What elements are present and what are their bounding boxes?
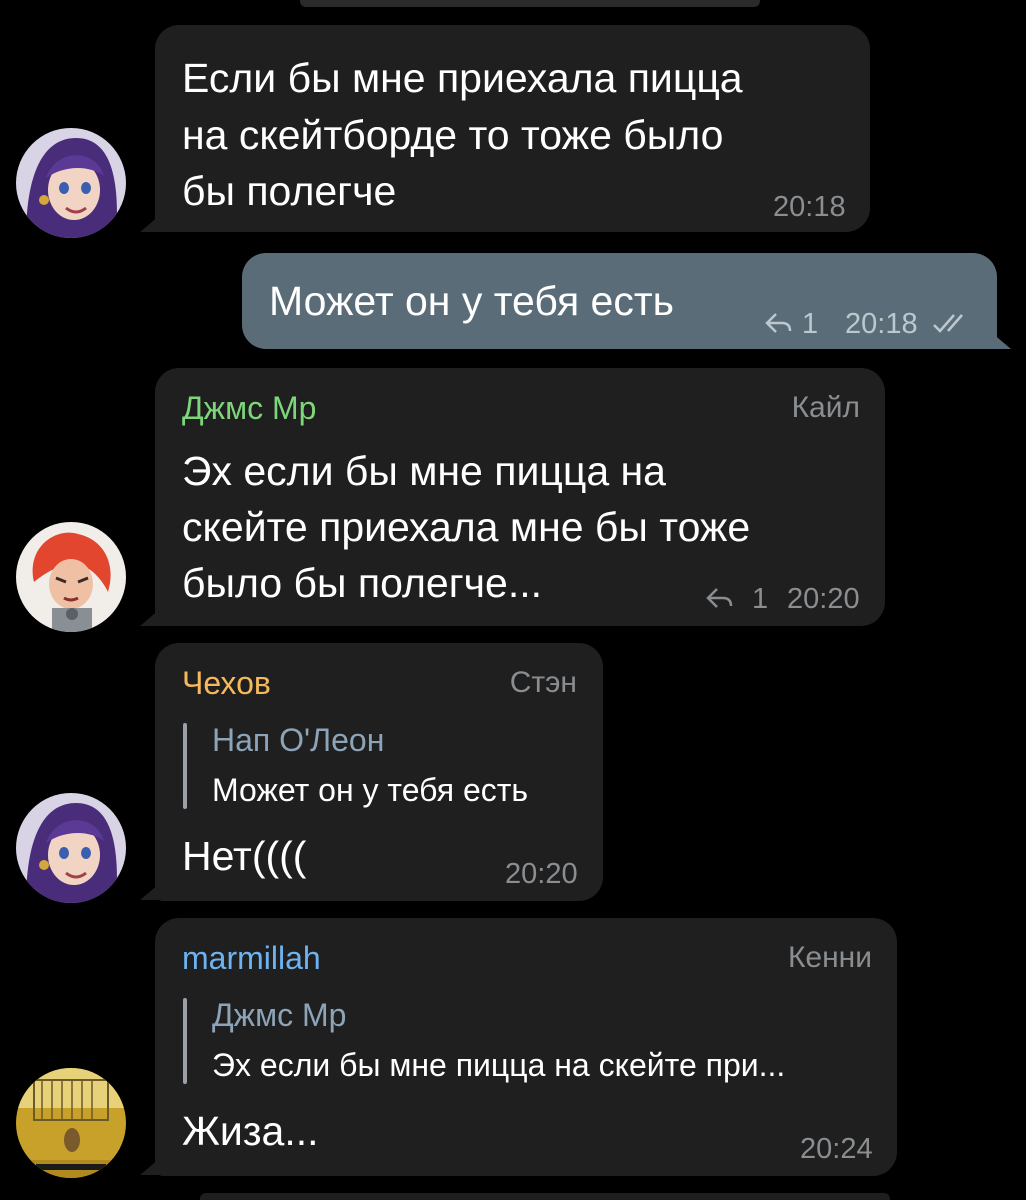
quoted-text[interactable]: Эх если бы мне пицца на скейте при... [212, 1046, 785, 1084]
chat-screen: Если бы мне приехала пицца на скейтборде… [0, 0, 1026, 1200]
message-time: 20:20 [787, 583, 860, 615]
message-text: Может он у тебя есть [269, 278, 674, 324]
sender-name[interactable]: marmillah [182, 940, 321, 976]
message-time: 20:18 [845, 308, 918, 340]
purple-hair-avatar-icon [16, 128, 126, 238]
message-time: 20:24 [800, 1133, 873, 1165]
member-tag: Кенни [787, 941, 872, 974]
quoted-sender[interactable]: Нап О'Леон [212, 721, 384, 759]
message-bubble[interactable]: marmillah Кенни Джмс Мр Эх если бы мне п… [155, 918, 897, 1176]
message-line: на скейтборде то тоже было [182, 112, 724, 158]
reply-count[interactable]: 1 [752, 582, 768, 616]
yellow-photo-avatar-icon [16, 1068, 126, 1178]
member-tag: Кайл [791, 391, 860, 424]
avatar[interactable] [16, 128, 126, 238]
message-text: Жиза... [182, 1108, 319, 1154]
avatar[interactable] [16, 793, 126, 903]
quote-bar [183, 998, 187, 1084]
previous-message-edge [300, 0, 760, 7]
avatar[interactable] [16, 522, 126, 632]
message-text: Нет(((( [182, 833, 307, 879]
message-bubble[interactable]: Может он у тебя есть 1 20:18 [242, 253, 997, 349]
reply-icon [765, 313, 792, 333]
message-line: бы полегче [182, 168, 397, 214]
next-message-edge [200, 1193, 890, 1200]
member-tag: Стэн [509, 666, 577, 699]
sender-name[interactable]: Джмс Мр [182, 390, 316, 426]
quote-bar [183, 723, 187, 809]
quoted-sender[interactable]: Джмс Мр [212, 996, 346, 1034]
message-time: 20:20 [505, 858, 578, 890]
sender-name[interactable]: Чехов [182, 665, 271, 701]
red-hair-avatar-icon [16, 522, 126, 632]
message-line: было бы полегче... [182, 560, 542, 606]
message-bubble[interactable]: Если бы мне приехала пицца на скейтборде… [155, 25, 870, 232]
message-line: Эх если бы мне пицца на [182, 448, 666, 494]
purple-hair-avatar-icon [16, 793, 126, 903]
double-check-icon [933, 314, 963, 333]
message-line: Если бы мне приехала пицца [182, 55, 743, 101]
avatar[interactable] [16, 1068, 126, 1178]
reply-count[interactable]: 1 [802, 307, 818, 341]
message-bubble[interactable]: Чехов Стэн Нап О'Леон Может он у тебя ес… [155, 643, 603, 901]
message-bubble[interactable]: Джмс Мр Кайл Эх если бы мне пицца на ске… [155, 368, 885, 626]
message-line: скейте приехала мне бы тоже [182, 504, 751, 550]
reply-icon [706, 588, 733, 608]
message-time: 20:18 [773, 191, 846, 223]
quoted-text[interactable]: Может он у тебя есть [212, 771, 528, 809]
